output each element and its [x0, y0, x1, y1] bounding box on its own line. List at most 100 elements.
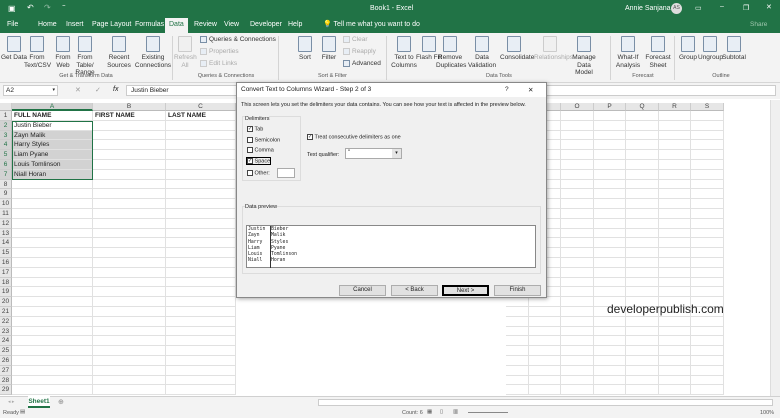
row-header-27[interactable]: 27 [0, 365, 12, 376]
row-header-25[interactable]: 25 [0, 346, 12, 356]
cell-O20[interactable] [561, 297, 594, 307]
cell-P27[interactable] [594, 365, 626, 376]
cell-O7[interactable] [561, 169, 594, 180]
cell-C7[interactable] [166, 169, 236, 180]
edit-links-button[interactable]: Edit Links [200, 60, 237, 67]
cell-C4[interactable] [166, 140, 236, 151]
from-text-csv-button[interactable]: From Text/CSV [24, 36, 51, 69]
cell-S18[interactable] [691, 277, 724, 288]
cell-Q4[interactable] [626, 140, 659, 151]
cell-S26[interactable] [691, 356, 724, 366]
cell-S12[interactable] [691, 218, 724, 229]
delimiter-tab-checkbox[interactable]: ✓ Tab [247, 126, 263, 132]
cell-A23[interactable] [12, 326, 93, 337]
cell-P13[interactable] [594, 228, 626, 239]
cell-O14[interactable] [561, 238, 594, 249]
cell-B2[interactable] [93, 120, 166, 131]
tab-page-layout[interactable]: Page Layout [88, 20, 135, 29]
cell-O29[interactable] [561, 385, 594, 396]
cell-O16[interactable] [561, 258, 594, 268]
row-header-26[interactable]: 26 [0, 356, 12, 366]
row-header-24[interactable]: 24 [0, 336, 12, 347]
cell-R7[interactable] [659, 169, 691, 180]
cell-C6[interactable] [166, 160, 236, 170]
column-header-Q[interactable]: Q [626, 103, 659, 111]
ungroup-button[interactable]: Ungroup [698, 36, 723, 62]
cell-O17[interactable] [561, 267, 594, 278]
cell-B20[interactable] [93, 297, 166, 307]
cell-R24[interactable] [659, 336, 691, 347]
cell-C12[interactable] [166, 218, 236, 229]
tell-me-search[interactable]: 💡 Tell me what you want to do [323, 20, 420, 28]
cell-S25[interactable] [691, 346, 724, 356]
cell-Q25[interactable] [626, 346, 659, 356]
clear-button[interactable]: Clear [343, 36, 368, 43]
cell-B21[interactable] [93, 307, 166, 317]
cell-P6[interactable] [594, 160, 626, 170]
name-box[interactable]: A2 ▾ [3, 85, 58, 96]
cell-P17[interactable] [594, 267, 626, 278]
cell-S27[interactable] [691, 365, 724, 376]
restore-icon[interactable]: ❐ [743, 4, 749, 12]
from-table-range-button[interactable]: From Table/ Range [72, 36, 98, 77]
cell-O3[interactable] [561, 130, 594, 141]
filter-button[interactable]: Filter [318, 36, 340, 62]
cell-O27[interactable] [561, 365, 594, 376]
cell-N22[interactable] [529, 316, 561, 327]
delimiter-comma-checkbox[interactable]: Comma [247, 147, 274, 153]
cell-Q24[interactable] [626, 336, 659, 347]
cell-C29[interactable] [166, 385, 236, 396]
cell-Q28[interactable] [626, 375, 659, 386]
cell-A13[interactable] [12, 228, 93, 239]
macro-record-icon[interactable]: ▤ [20, 409, 25, 415]
cell-C17[interactable] [166, 267, 236, 278]
cell-B3[interactable] [93, 130, 166, 141]
ribbon-display-icon[interactable]: ▭ [695, 4, 702, 12]
cell-P23[interactable] [594, 326, 626, 337]
save-icon[interactable]: ▣ [8, 4, 16, 13]
cell-A7[interactable]: Niall Horan [12, 169, 93, 180]
sheet-nav-icon[interactable]: ◂ ▸ [8, 399, 14, 405]
row-header-9[interactable]: 9 [0, 189, 12, 200]
cell-R14[interactable] [659, 238, 691, 249]
cell-A25[interactable] [12, 346, 93, 356]
cell-M28[interactable] [506, 375, 529, 386]
cell-O26[interactable] [561, 356, 594, 366]
remove-duplicates-button[interactable]: Remove Duplicates [436, 36, 466, 69]
cell-P9[interactable] [594, 189, 626, 200]
row-header-4[interactable]: 4 [0, 140, 12, 151]
vertical-scrollbar[interactable] [770, 100, 780, 396]
cell-C9[interactable] [166, 189, 236, 200]
cell-C3[interactable] [166, 130, 236, 141]
row-header-8[interactable]: 8 [0, 179, 12, 190]
cell-A24[interactable] [12, 336, 93, 347]
cell-B24[interactable] [93, 336, 166, 347]
cell-S28[interactable] [691, 375, 724, 386]
subtotal-button[interactable]: Subtotal [722, 36, 746, 62]
cell-Q18[interactable] [626, 277, 659, 288]
cell-P14[interactable] [594, 238, 626, 249]
cell-A4[interactable]: Harry Styles [12, 140, 93, 151]
row-header-13[interactable]: 13 [0, 228, 12, 239]
data-preview[interactable]: Justin Bieber Zayn Malik Harry Styles Liam Pyan… [246, 225, 536, 268]
cell-M25[interactable] [506, 346, 529, 356]
cell-O12[interactable] [561, 218, 594, 229]
cell-S2[interactable] [691, 120, 724, 131]
cell-B6[interactable] [93, 160, 166, 170]
cell-R3[interactable] [659, 130, 691, 141]
tab-insert[interactable]: Insert [62, 20, 88, 29]
cell-O25[interactable] [561, 346, 594, 356]
cell-R12[interactable] [659, 218, 691, 229]
row-header-22[interactable]: 22 [0, 316, 12, 327]
cell-A3[interactable]: Zayn Malik [12, 130, 93, 141]
cell-B29[interactable] [93, 385, 166, 396]
finish-button[interactable]: Finish [494, 285, 541, 296]
cell-B15[interactable] [93, 248, 166, 258]
column-header-S[interactable]: S [691, 103, 724, 111]
row-header-11[interactable]: 11 [0, 209, 12, 219]
cell-C28[interactable] [166, 375, 236, 386]
cell-C24[interactable] [166, 336, 236, 347]
column-header-R[interactable]: R [659, 103, 691, 111]
cell-R16[interactable] [659, 258, 691, 268]
cell-B22[interactable] [93, 316, 166, 327]
